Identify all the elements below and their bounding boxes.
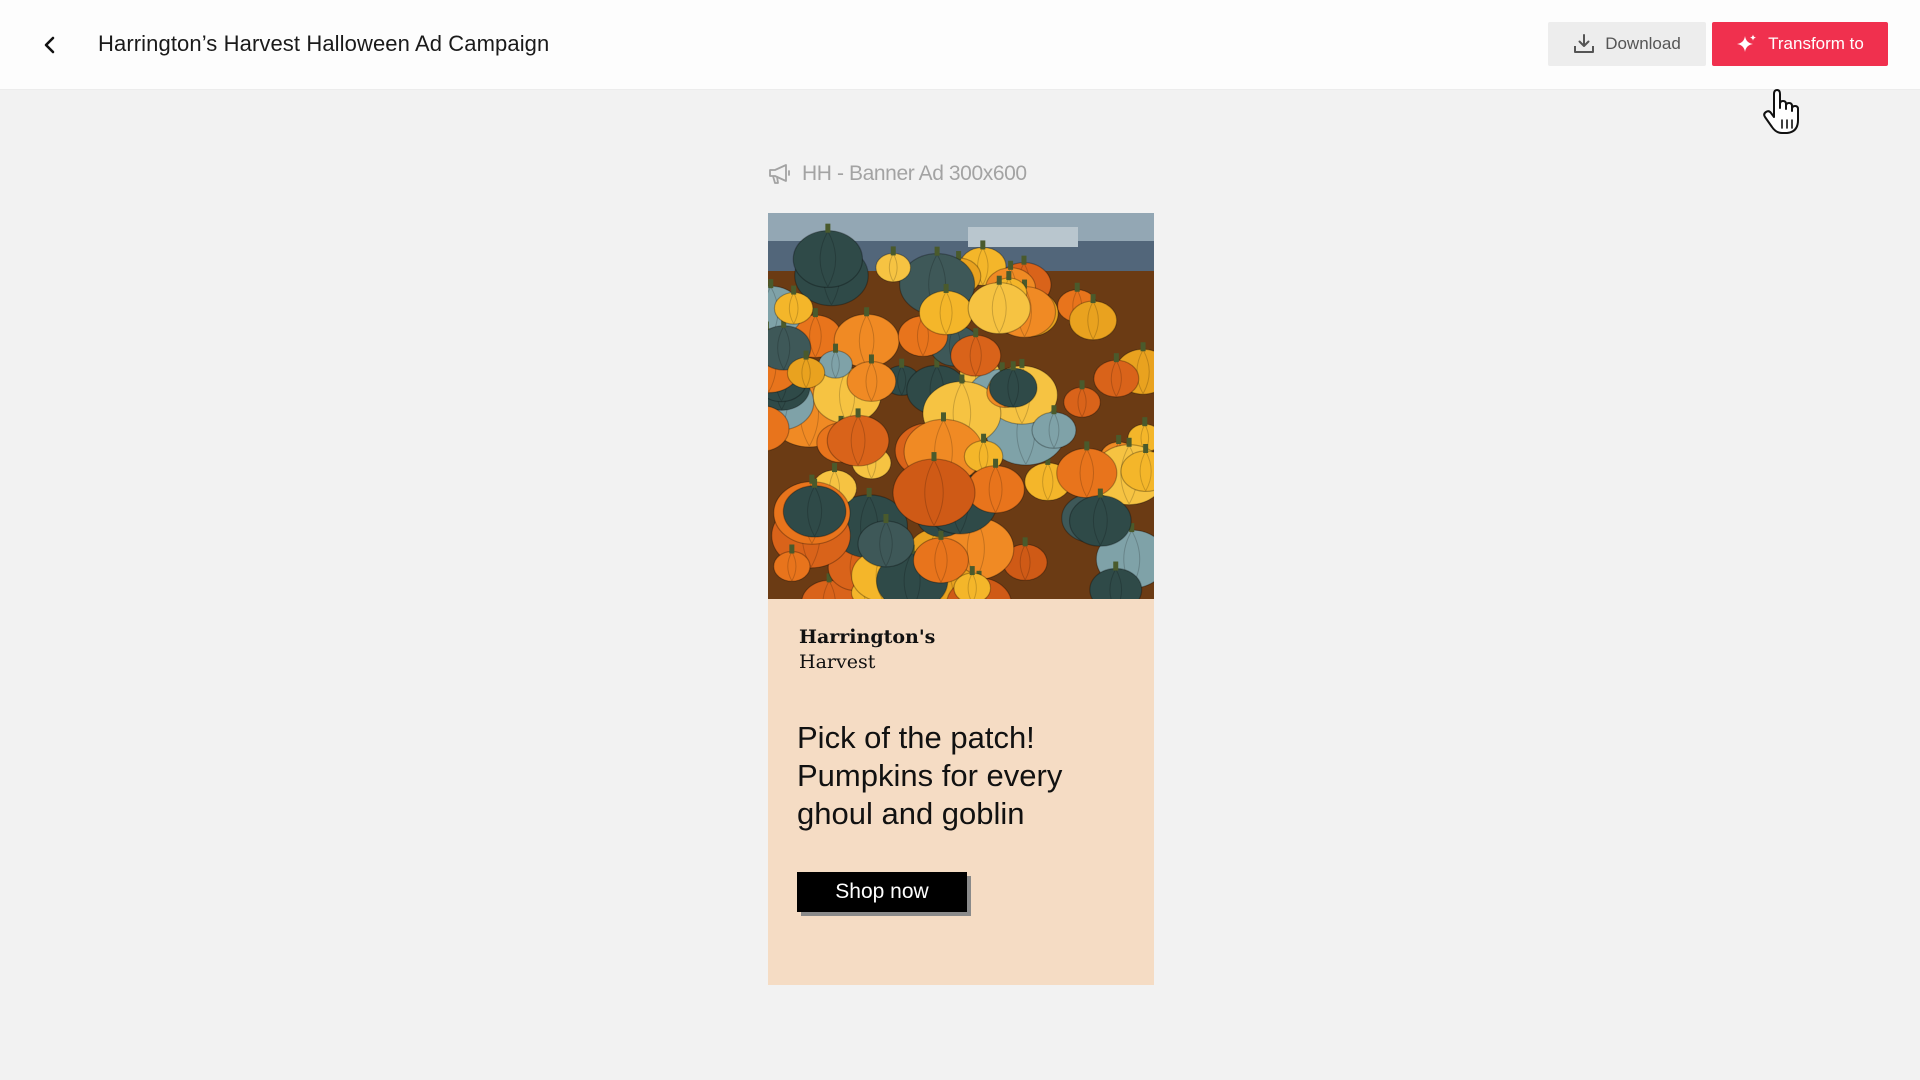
pumpkin-shape bbox=[950, 334, 1002, 377]
pumpkin-stem bbox=[943, 283, 949, 293]
pumpkin-stem bbox=[940, 412, 946, 422]
ad-headline: Pick of the patch! Pumpkins for every gh… bbox=[797, 720, 1063, 831]
transform-label: Transform to bbox=[1768, 34, 1864, 53]
pumpkin-shape bbox=[966, 465, 1025, 514]
pumpkin-stem bbox=[864, 307, 870, 317]
pumpkin-stem bbox=[996, 275, 1002, 285]
pumpkin-stem bbox=[959, 374, 965, 384]
pumpkin-stem bbox=[825, 223, 831, 233]
pumpkin-stem bbox=[890, 246, 896, 256]
pumpkin-stem bbox=[938, 530, 944, 540]
pumpkin-shape bbox=[826, 414, 890, 467]
pumpkin-stem bbox=[973, 328, 979, 338]
page-title: Harrington’s Harvest Halloween Ad Campai… bbox=[98, 31, 550, 56]
pumpkin-shape bbox=[1056, 447, 1118, 499]
top-bar: Harrington’s Harvest Halloween Ad Campai… bbox=[0, 0, 1920, 90]
pumpkin-stem bbox=[812, 478, 818, 488]
pumpkin-stem bbox=[1021, 255, 1027, 265]
brand-name: Harrington's bbox=[799, 626, 936, 648]
chevron-left-icon bbox=[44, 36, 55, 54]
pumpkin-stem bbox=[833, 343, 839, 353]
pumpkin-shape bbox=[953, 572, 992, 599]
pumpkin-shape bbox=[792, 230, 864, 289]
pumpkin-shape bbox=[1093, 359, 1140, 398]
pumpkin-stem bbox=[1010, 361, 1016, 371]
pumpkin-stem bbox=[768, 279, 774, 289]
back-button[interactable] bbox=[30, 25, 70, 65]
sparkle-icon bbox=[1737, 34, 1757, 52]
pumpkin-stem bbox=[1006, 271, 1012, 281]
pumpkin-stem bbox=[1090, 294, 1096, 304]
pumpkin-stem bbox=[832, 463, 838, 473]
pumpkin-stem bbox=[1084, 441, 1090, 451]
pumpkin-shape bbox=[967, 282, 1031, 335]
pumpkin-stem bbox=[931, 452, 937, 462]
shop-now-button[interactable]: Shop now bbox=[797, 872, 967, 912]
pumpkin-shape bbox=[786, 356, 826, 389]
pumpkin-shape bbox=[918, 290, 974, 336]
download-button[interactable]: Download bbox=[1548, 22, 1706, 66]
pumpkin-stem bbox=[789, 544, 795, 554]
pumpkin-stem bbox=[1116, 435, 1122, 445]
pumpkins-photo bbox=[768, 213, 1154, 599]
pumpkin-stem bbox=[1079, 380, 1085, 390]
pumpkin-stem bbox=[1008, 260, 1014, 270]
asset-label-text: HH - Banner Ad 300x600 bbox=[802, 162, 1027, 185]
pumpkin-stem bbox=[1074, 282, 1080, 292]
download-icon bbox=[1574, 34, 1595, 53]
pumpkin-stem bbox=[883, 513, 889, 523]
pumpkin-shape bbox=[988, 367, 1038, 408]
pumpkin-stem bbox=[980, 240, 986, 250]
pumpkin-shape bbox=[846, 360, 897, 402]
pumpkin-shape bbox=[1031, 411, 1077, 449]
megaphone-icon bbox=[769, 164, 790, 184]
pumpkin-stem bbox=[1143, 443, 1149, 453]
pumpkin-stem bbox=[934, 246, 940, 256]
brand-name-sub: Harvest bbox=[799, 651, 876, 673]
pumpkin-shape bbox=[773, 291, 814, 325]
pumpkin-shape bbox=[892, 458, 976, 527]
pumpkin-stem bbox=[1113, 353, 1119, 363]
pumpkin-shape bbox=[875, 252, 912, 283]
pumpkin-stem bbox=[812, 308, 818, 318]
pumpkin-stem bbox=[1051, 405, 1057, 415]
pumpkin-stem bbox=[1126, 437, 1132, 447]
pumpkin-stem bbox=[969, 566, 975, 576]
pumpkin-stem bbox=[1022, 537, 1028, 547]
transform-button[interactable]: Transform to bbox=[1712, 22, 1888, 66]
pumpkin-stem bbox=[1140, 342, 1146, 352]
pumpkin-shape bbox=[1068, 494, 1132, 547]
pumpkin-stem bbox=[1097, 488, 1103, 498]
pumpkin-stem bbox=[1019, 358, 1025, 368]
download-label: Download bbox=[1605, 34, 1681, 53]
pumpkin-shape bbox=[782, 485, 847, 538]
pumpkin-stem bbox=[1113, 561, 1119, 571]
pumpkin-stem bbox=[803, 350, 809, 360]
pumpkin-stem bbox=[1142, 417, 1148, 427]
pumpkin-stem bbox=[866, 487, 872, 497]
pumpkin-stem bbox=[855, 408, 861, 418]
pumpkin-stem bbox=[993, 458, 999, 468]
hand-pointer-cursor bbox=[1763, 89, 1799, 134]
pumpkin-shape bbox=[857, 520, 915, 568]
pumpkin-stem bbox=[981, 433, 987, 443]
pumpkin-shape bbox=[1068, 300, 1118, 341]
pumpkin-stem bbox=[791, 285, 797, 295]
pumpkin-stem bbox=[899, 358, 905, 368]
pumpkin-shape bbox=[773, 550, 811, 582]
pumpkin-stem bbox=[868, 354, 874, 364]
asset-label: HH - Banner Ad 300x600 bbox=[768, 162, 1027, 186]
banner-ad-preview: Harrington's Harvest Pick of the patch! … bbox=[768, 213, 1154, 985]
pumpkin-shape bbox=[1063, 386, 1101, 418]
